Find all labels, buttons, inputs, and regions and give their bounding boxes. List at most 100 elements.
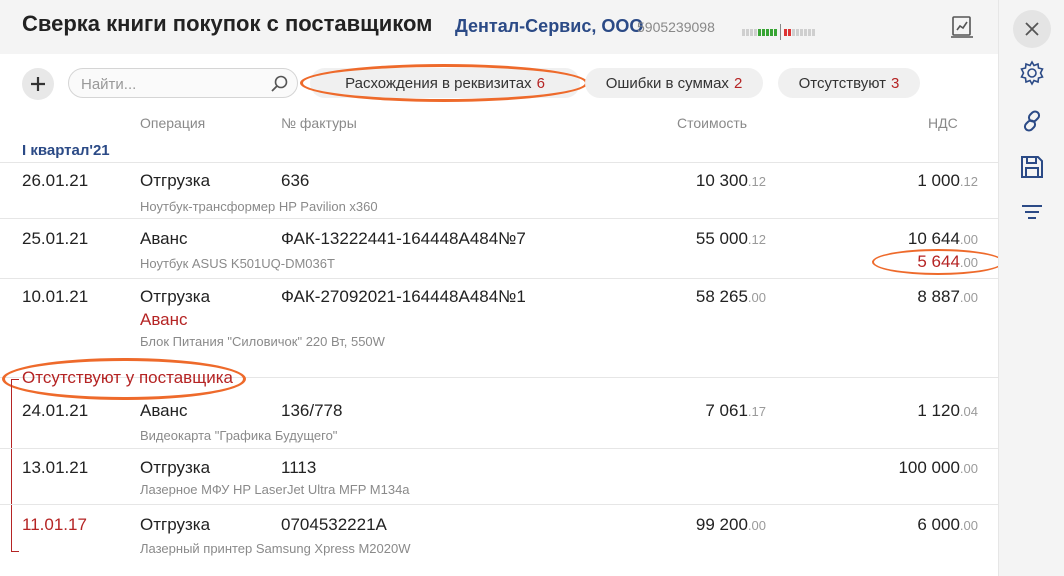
row-vat: 10 644.00 xyxy=(908,229,978,249)
page-title: Сверка книги покупок с поставщиком xyxy=(22,11,433,36)
row-date: 13.01.21 xyxy=(22,458,89,477)
vat-integer: 1 120 xyxy=(917,401,960,420)
cost-integer: 99 200 xyxy=(695,515,748,534)
row-vat: 8 887.00 xyxy=(917,287,978,307)
organization-name[interactable]: Дентал-Сервис, ООО xyxy=(455,16,643,37)
filter-requisites-discrepancy[interactable]: Расхождения в реквизитах 6 xyxy=(310,68,580,98)
row-date: 25.01.21 xyxy=(22,229,89,248)
divider xyxy=(0,504,998,505)
vat-supplier-decimal: .00 xyxy=(959,255,978,270)
vat-decimal: .12 xyxy=(959,174,978,189)
row-description: Лазерный принтер Samsung Xpress M2020W xyxy=(140,541,411,556)
side-toolbar xyxy=(998,0,1064,576)
settings-button[interactable] xyxy=(1015,56,1049,90)
filter-count: 2 xyxy=(733,74,743,92)
row-invoice: ФАК-13222441-164448А484№7 xyxy=(281,229,526,248)
missing-section-bracket xyxy=(11,379,19,552)
filter-missing[interactable]: Отсутствуют 3 xyxy=(778,68,920,98)
add-button[interactable] xyxy=(22,68,54,100)
row-vat: 6 000.00 xyxy=(917,515,978,535)
row-operation: Отгрузка xyxy=(140,458,211,477)
row-operation: Аванс xyxy=(140,401,188,420)
row-cost: 99 200.00 xyxy=(696,515,766,535)
cost-decimal: .12 xyxy=(747,174,766,189)
row-invoice: 0704532221А xyxy=(281,515,387,534)
close-button[interactable] xyxy=(1013,10,1051,48)
vat-integer: 100 000 xyxy=(898,458,960,477)
row-operation: Отгрузка xyxy=(140,171,211,190)
filter-label: Ошибки в суммах xyxy=(605,74,729,92)
row-operation: Отгрузка xyxy=(140,515,211,534)
row-cost: 58 265.00 xyxy=(696,287,766,307)
search-field[interactable] xyxy=(68,68,298,98)
save-button[interactable] xyxy=(1015,150,1049,184)
cost-decimal: .00 xyxy=(747,290,766,305)
cost-integer: 55 000 xyxy=(695,229,748,248)
row-invoice: 636 xyxy=(281,171,310,190)
vat-integer: 6 000 xyxy=(917,515,960,534)
row-vat-supplier: 5 644.00 xyxy=(917,252,978,272)
column-header-operation[interactable]: Операция xyxy=(140,115,205,131)
row-vat: 1 000.12 xyxy=(917,171,978,191)
vat-integer: 10 644 xyxy=(907,229,960,248)
row-date: 26.01.21 xyxy=(22,171,89,190)
cost-decimal: .00 xyxy=(747,518,766,533)
report-icon[interactable] xyxy=(948,13,976,41)
cost-decimal: .12 xyxy=(747,232,766,247)
vat-supplier-integer: 5 644 xyxy=(917,252,960,271)
row-description: Ноутбук-трансформер HP Pavilion x360 xyxy=(140,199,378,214)
divider xyxy=(0,448,998,449)
row-date: 11.01.17 xyxy=(22,515,87,534)
vat-decimal: .00 xyxy=(959,290,978,305)
row-vat: 100 000.00 xyxy=(898,458,978,478)
filter-sum-errors[interactable]: Ошибки в суммах 2 xyxy=(585,68,763,98)
cost-decimal: .17 xyxy=(747,404,766,419)
row-date: 10.01.21 xyxy=(22,287,89,306)
row-operation-supplier: Аванс xyxy=(140,310,188,329)
cost-integer: 10 300 xyxy=(695,171,748,190)
save-icon xyxy=(1021,156,1043,178)
row-cost: 10 300.12 xyxy=(696,171,766,191)
column-header-cost[interactable]: Стоимость xyxy=(677,115,747,131)
close-icon xyxy=(1025,22,1039,36)
search-input[interactable] xyxy=(81,74,261,94)
vat-decimal: .00 xyxy=(959,461,978,476)
add-icon xyxy=(31,77,45,91)
column-header-vat[interactable]: НДС xyxy=(928,115,958,131)
section-title: I квартал'21 xyxy=(22,142,110,159)
row-description: Видеокарта "Графика Будущего" xyxy=(140,428,338,443)
row-invoice: 1113 xyxy=(281,458,317,477)
row-description: Ноутбук ASUS K501UQ-DM036T xyxy=(140,256,335,271)
filter-button[interactable] xyxy=(1015,196,1049,230)
filter-label: Расхождения в реквизитах xyxy=(345,74,532,92)
vat-integer: 8 887 xyxy=(917,287,960,306)
cost-integer: 7 061 xyxy=(705,401,748,420)
header: Сверка книги покупок с поставщиком Дента… xyxy=(0,0,998,54)
row-vat: 1 120.04 xyxy=(917,401,978,421)
search-icon[interactable] xyxy=(269,74,289,94)
vat-decimal: .04 xyxy=(959,404,978,419)
missing-section-title: Отсутствуют у поставщика xyxy=(22,368,233,387)
row-invoice: 136/778 xyxy=(281,401,343,420)
filter-count: 6 xyxy=(536,74,545,92)
reconciliation-indicator xyxy=(742,24,815,40)
filter-label: Отсутствуют xyxy=(798,74,887,92)
row-cost: 55 000.12 xyxy=(696,229,766,249)
organization-inn: 5905239098 xyxy=(637,19,715,35)
gear-icon xyxy=(1020,60,1044,86)
filter-count: 3 xyxy=(891,74,900,92)
link-button[interactable] xyxy=(1015,104,1049,138)
vat-integer: 1 000 xyxy=(917,171,960,190)
row-description: Блок Питания "Силовичок" 220 Вт, 550W xyxy=(140,334,385,349)
column-header-invoice[interactable]: № фактуры xyxy=(281,115,357,131)
row-operation: Аванс xyxy=(140,229,188,248)
row-operation: Отгрузка xyxy=(140,287,211,306)
row-description: Лазерное МФУ HP LaserJet Ultra MFP M134a xyxy=(140,482,410,497)
vat-decimal: .00 xyxy=(959,518,978,533)
filter-icon xyxy=(1022,205,1042,219)
divider xyxy=(0,218,998,219)
link-icon xyxy=(1023,110,1041,132)
divider xyxy=(0,278,998,279)
vat-decimal: .00 xyxy=(959,232,978,247)
row-cost: 7 061.17 xyxy=(705,401,766,421)
